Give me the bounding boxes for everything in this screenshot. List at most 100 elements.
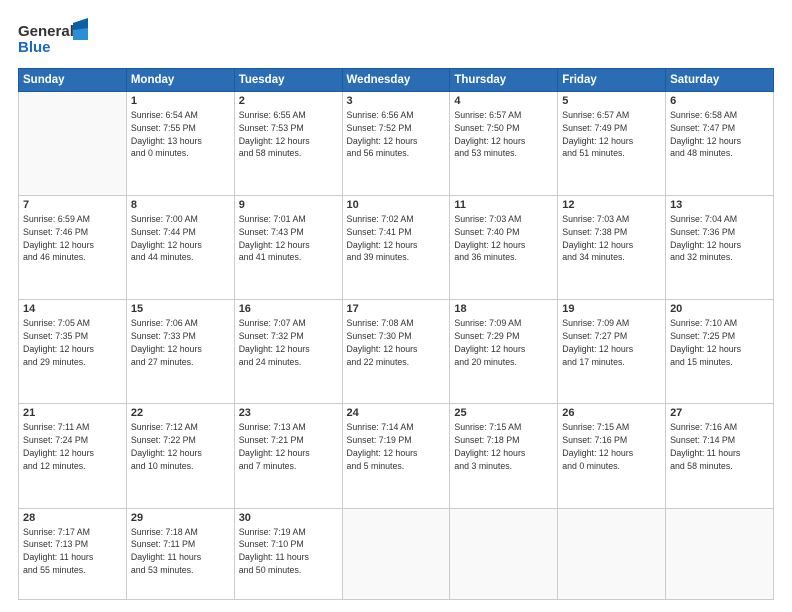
cell-info: Sunrise: 6:54 AMSunset: 7:55 PMDaylight:… bbox=[131, 109, 230, 160]
calendar-cell bbox=[19, 92, 127, 196]
day-number: 3 bbox=[347, 95, 446, 107]
calendar-cell: 24 Sunrise: 7:14 AMSunset: 7:19 PMDayligh… bbox=[342, 404, 450, 508]
cell-info: Sunrise: 7:13 AMSunset: 7:21 PMDaylight:… bbox=[239, 421, 338, 472]
calendar-cell: 4 Sunrise: 6:57 AMSunset: 7:50 PMDaylight… bbox=[450, 92, 558, 196]
cell-info: Sunrise: 6:56 AMSunset: 7:52 PMDaylight:… bbox=[347, 109, 446, 160]
day-number: 2 bbox=[239, 95, 338, 107]
day-number: 7 bbox=[23, 199, 122, 211]
calendar-cell bbox=[450, 508, 558, 600]
calendar-cell: 29 Sunrise: 7:18 AMSunset: 7:11 PMDayligh… bbox=[126, 508, 234, 600]
day-number: 19 bbox=[562, 303, 661, 315]
cell-info: Sunrise: 7:11 AMSunset: 7:24 PMDaylight:… bbox=[23, 421, 122, 472]
day-number: 6 bbox=[670, 95, 769, 107]
day-number: 12 bbox=[562, 199, 661, 211]
cell-info: Sunrise: 6:55 AMSunset: 7:53 PMDaylight:… bbox=[239, 109, 338, 160]
calendar-cell: 19 Sunrise: 7:09 AMSunset: 7:27 PMDayligh… bbox=[558, 300, 666, 404]
calendar-cell bbox=[666, 508, 774, 600]
calendar-cell: 30 Sunrise: 7:19 AMSunset: 7:10 PMDayligh… bbox=[234, 508, 342, 600]
cell-info: Sunrise: 7:19 AMSunset: 7:10 PMDaylight:… bbox=[239, 526, 338, 577]
cell-info: Sunrise: 7:14 AMSunset: 7:19 PMDaylight:… bbox=[347, 421, 446, 472]
calendar-cell: 26 Sunrise: 7:15 AMSunset: 7:16 PMDayligh… bbox=[558, 404, 666, 508]
day-number: 13 bbox=[670, 199, 769, 211]
cell-info: Sunrise: 7:18 AMSunset: 7:11 PMDaylight:… bbox=[131, 526, 230, 577]
calendar-cell: 13 Sunrise: 7:04 AMSunset: 7:36 PMDayligh… bbox=[666, 196, 774, 300]
week-row-4: 21Sunrise: 7:11 AMSunset: 7:24 PMDayligh… bbox=[19, 404, 774, 508]
day-number: 26 bbox=[562, 407, 661, 419]
day-number: 18 bbox=[454, 303, 553, 315]
calendar-cell: 9 Sunrise: 7:01 AMSunset: 7:43 PMDaylight… bbox=[234, 196, 342, 300]
day-number: 24 bbox=[347, 407, 446, 419]
day-number: 29 bbox=[131, 512, 230, 524]
weekday-header-row: SundayMondayTuesdayWednesdayThursdayFrid… bbox=[19, 69, 774, 92]
calendar-cell: 18 Sunrise: 7:09 AMSunset: 7:29 PMDayligh… bbox=[450, 300, 558, 404]
cell-info: Sunrise: 7:04 AMSunset: 7:36 PMDaylight:… bbox=[670, 213, 769, 264]
calendar-cell: 2 Sunrise: 6:55 AMSunset: 7:53 PMDaylight… bbox=[234, 92, 342, 196]
cell-info: Sunrise: 7:09 AMSunset: 7:27 PMDaylight:… bbox=[562, 317, 661, 368]
weekday-header-tuesday: Tuesday bbox=[234, 69, 342, 92]
page: GeneralBlue SundayMondayTuesdayWednesday… bbox=[0, 0, 792, 612]
cell-info: Sunrise: 6:57 AMSunset: 7:50 PMDaylight:… bbox=[454, 109, 553, 160]
logo-svg: GeneralBlue bbox=[18, 18, 88, 58]
svg-text:General: General bbox=[18, 23, 74, 40]
logo: GeneralBlue bbox=[18, 18, 88, 58]
cell-info: Sunrise: 7:12 AMSunset: 7:22 PMDaylight:… bbox=[131, 421, 230, 472]
day-number: 16 bbox=[239, 303, 338, 315]
day-number: 20 bbox=[670, 303, 769, 315]
day-number: 9 bbox=[239, 199, 338, 211]
calendar-cell: 10Sunrise: 7:02 AMSunset: 7:41 PMDayligh… bbox=[342, 196, 450, 300]
day-number: 28 bbox=[23, 512, 122, 524]
calendar-cell: 5 Sunrise: 6:57 AMSunset: 7:49 PMDaylight… bbox=[558, 92, 666, 196]
calendar-cell: 7 Sunrise: 6:59 AMSunset: 7:46 PMDaylight… bbox=[19, 196, 127, 300]
weekday-header-saturday: Saturday bbox=[666, 69, 774, 92]
cell-info: Sunrise: 7:08 AMSunset: 7:30 PMDaylight:… bbox=[347, 317, 446, 368]
day-number: 30 bbox=[239, 512, 338, 524]
day-number: 23 bbox=[239, 407, 338, 419]
week-row-1: 1 Sunrise: 6:54 AMSunset: 7:55 PMDaylight… bbox=[19, 92, 774, 196]
day-number: 25 bbox=[454, 407, 553, 419]
calendar-cell: 16 Sunrise: 7:07 AMSunset: 7:32 PMDayligh… bbox=[234, 300, 342, 404]
calendar-cell: 15Sunrise: 7:06 AMSunset: 7:33 PMDayligh… bbox=[126, 300, 234, 404]
week-row-3: 14 Sunrise: 7:05 AMSunset: 7:35 PMDayligh… bbox=[19, 300, 774, 404]
calendar-cell: 11 Sunrise: 7:03 AMSunset: 7:40 PMDayligh… bbox=[450, 196, 558, 300]
day-number: 27 bbox=[670, 407, 769, 419]
week-row-5: 28 Sunrise: 7:17 AMSunset: 7:13 PMDayligh… bbox=[19, 508, 774, 600]
calendar-cell: 25Sunrise: 7:15 AMSunset: 7:18 PMDayligh… bbox=[450, 404, 558, 508]
cell-info: Sunrise: 7:16 AMSunset: 7:14 PMDaylight:… bbox=[670, 421, 769, 472]
cell-info: Sunrise: 6:59 AMSunset: 7:46 PMDaylight:… bbox=[23, 213, 122, 264]
cell-info: Sunrise: 7:17 AMSunset: 7:13 PMDaylight:… bbox=[23, 526, 122, 577]
calendar-cell: 3 Sunrise: 6:56 AMSunset: 7:52 PMDaylight… bbox=[342, 92, 450, 196]
calendar-cell: 27 Sunrise: 7:16 AMSunset: 7:14 PMDayligh… bbox=[666, 404, 774, 508]
svg-text:Blue: Blue bbox=[18, 39, 51, 56]
calendar-cell: 1 Sunrise: 6:54 AMSunset: 7:55 PMDaylight… bbox=[126, 92, 234, 196]
calendar-cell bbox=[342, 508, 450, 600]
cell-info: Sunrise: 7:01 AMSunset: 7:43 PMDaylight:… bbox=[239, 213, 338, 264]
cell-info: Sunrise: 7:06 AMSunset: 7:33 PMDaylight:… bbox=[131, 317, 230, 368]
day-number: 14 bbox=[23, 303, 122, 315]
weekday-header-wednesday: Wednesday bbox=[342, 69, 450, 92]
calendar-cell: 20 Sunrise: 7:10 AMSunset: 7:25 PMDayligh… bbox=[666, 300, 774, 404]
cell-info: Sunrise: 6:58 AMSunset: 7:47 PMDaylight:… bbox=[670, 109, 769, 160]
cell-info: Sunrise: 7:10 AMSunset: 7:25 PMDaylight:… bbox=[670, 317, 769, 368]
calendar-cell bbox=[558, 508, 666, 600]
cell-info: Sunrise: 7:07 AMSunset: 7:32 PMDaylight:… bbox=[239, 317, 338, 368]
calendar-cell: 12 Sunrise: 7:03 AMSunset: 7:38 PMDayligh… bbox=[558, 196, 666, 300]
day-number: 8 bbox=[131, 199, 230, 211]
cell-info: Sunrise: 7:03 AMSunset: 7:40 PMDaylight:… bbox=[454, 213, 553, 264]
calendar-cell: 6 Sunrise: 6:58 AMSunset: 7:47 PMDaylight… bbox=[666, 92, 774, 196]
cell-info: Sunrise: 7:09 AMSunset: 7:29 PMDaylight:… bbox=[454, 317, 553, 368]
weekday-header-sunday: Sunday bbox=[19, 69, 127, 92]
day-number: 17 bbox=[347, 303, 446, 315]
cell-info: Sunrise: 7:03 AMSunset: 7:38 PMDaylight:… bbox=[562, 213, 661, 264]
day-number: 11 bbox=[454, 199, 553, 211]
header: GeneralBlue bbox=[18, 18, 774, 58]
cell-info: Sunrise: 6:57 AMSunset: 7:49 PMDaylight:… bbox=[562, 109, 661, 160]
cell-info: Sunrise: 7:05 AMSunset: 7:35 PMDaylight:… bbox=[23, 317, 122, 368]
day-number: 1 bbox=[131, 95, 230, 107]
day-number: 4 bbox=[454, 95, 553, 107]
calendar-cell: 14 Sunrise: 7:05 AMSunset: 7:35 PMDayligh… bbox=[19, 300, 127, 404]
cell-info: Sunrise: 7:00 AMSunset: 7:44 PMDaylight:… bbox=[131, 213, 230, 264]
day-number: 5 bbox=[562, 95, 661, 107]
calendar-cell: 17 Sunrise: 7:08 AMSunset: 7:30 PMDayligh… bbox=[342, 300, 450, 404]
cell-info: Sunrise: 7:15 AMSunset: 7:16 PMDaylight:… bbox=[562, 421, 661, 472]
calendar-cell: 8 Sunrise: 7:00 AMSunset: 7:44 PMDaylight… bbox=[126, 196, 234, 300]
